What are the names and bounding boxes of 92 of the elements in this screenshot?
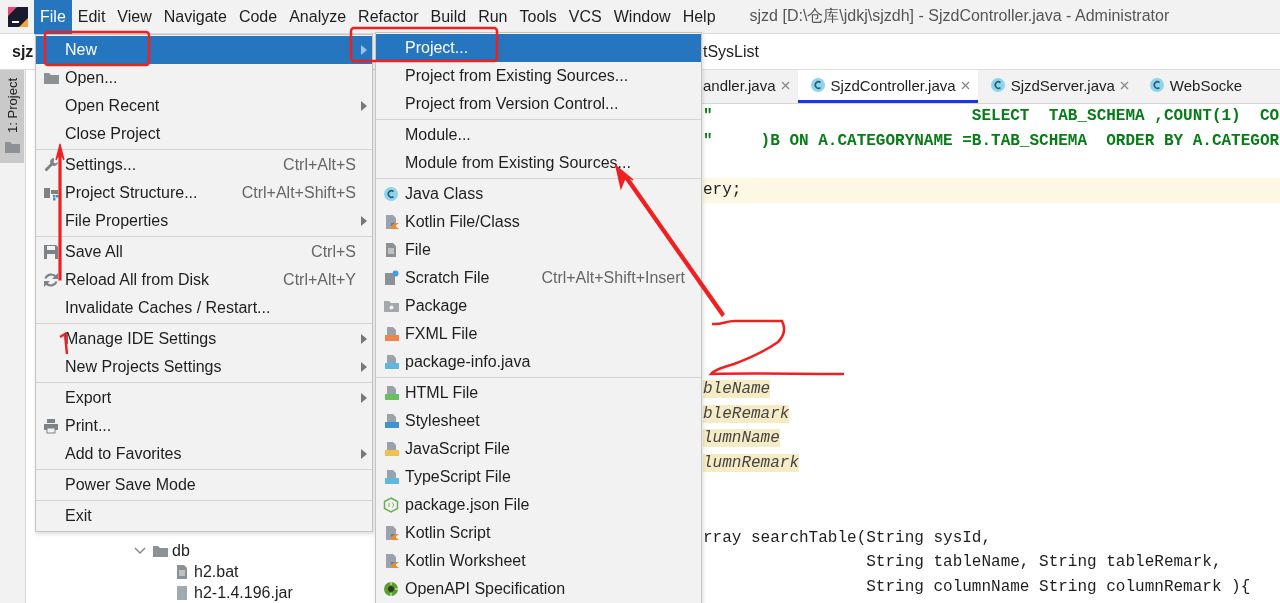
menu-bar-item[interactable]: Build — [424, 0, 473, 34]
menu-item[interactable]: Export — [36, 384, 372, 412]
menu-item[interactable]: Save All Ctrl+S — [36, 238, 372, 266]
menu-item[interactable]: Project... — [376, 34, 701, 62]
class-icon — [809, 77, 826, 93]
menu-item[interactable]: Scratch File Ctrl+Alt+Shift+Insert — [376, 264, 701, 292]
typed-file-icon — [382, 354, 399, 370]
menu-item[interactable]: package-info.java — [376, 348, 701, 376]
menu-item[interactable]: OpenAPI Specification — [376, 575, 701, 603]
menu-item[interactable]: Invalidate Caches / Restart... — [36, 294, 372, 322]
editor-tab[interactable]: SjzdController.java — [797, 70, 978, 103]
menu-item[interactable]: Package — [376, 292, 701, 320]
fxml-file-icon — [382, 326, 399, 342]
refresh-icon — [42, 272, 59, 288]
menu-item[interactable]: Manage IDE Settings — [36, 325, 372, 353]
package-icon — [382, 298, 399, 314]
tree-item[interactable]: h2.bat — [194, 562, 239, 581]
editor-tab[interactable]: WebSocke — [1136, 70, 1251, 103]
menu-item[interactable]: Add to Favorites — [36, 440, 372, 468]
menu-item[interactable]: Power Save Mode — [36, 471, 372, 499]
editor-tab[interactable]: andler.java — [701, 70, 798, 103]
project-tool-tab[interactable]: 1: Project — [0, 70, 24, 163]
menu-bar-item[interactable]: Navigate — [157, 0, 233, 34]
editor-tab[interactable]: SjzdServer.java — [977, 70, 1137, 103]
structure-icon — [42, 185, 59, 201]
breadcrumb-item[interactable]: tSysList — [701, 42, 759, 61]
menu-item[interactable]: FXML File — [376, 320, 701, 348]
menu-bar-item[interactable]: VCS — [562, 0, 608, 34]
app-logo-icon — [8, 6, 28, 27]
menu-item[interactable]: Module... — [376, 121, 701, 149]
menu-bar-item[interactable]: Code — [232, 0, 284, 34]
openapi-icon — [382, 581, 399, 597]
menu-item[interactable]: package.json File — [376, 491, 701, 519]
menu-item[interactable]: Project from Version Control... — [376, 90, 701, 118]
printer-icon — [42, 418, 59, 434]
menu-item[interactable]: JavaScript File — [376, 435, 701, 463]
menu-item[interactable]: New — [36, 36, 372, 64]
archive-icon — [174, 584, 190, 601]
breadcrumb-item[interactable]: sjz — [0, 42, 34, 61]
menu-bar-item[interactable]: File — [34, 0, 72, 34]
class-icon — [989, 77, 1006, 93]
menu-bar-item[interactable]: Window — [607, 0, 677, 34]
tree-item[interactable]: db — [172, 541, 190, 560]
close-icon — [1119, 80, 1129, 90]
menu-item[interactable]: Kotlin Worksheet — [376, 547, 701, 575]
typed-file-icon — [382, 469, 399, 485]
menu-item[interactable]: Java Class — [376, 180, 701, 208]
code-line: String columnName String columnRemark ){ — [865, 578, 1251, 597]
menu-item[interactable]: Kotlin Script — [376, 519, 701, 547]
menu-bar-item[interactable]: View — [111, 0, 158, 34]
close-icon — [960, 80, 970, 90]
menu-item[interactable]: Kotlin File/Class — [376, 208, 701, 236]
tree-item[interactable]: h2-1.4.196.jar — [194, 583, 293, 602]
js-file-icon — [382, 441, 399, 457]
close-icon — [780, 80, 790, 90]
wrench-icon — [42, 157, 59, 173]
hexagon-icon — [382, 497, 399, 513]
menu-item[interactable]: File Properties — [36, 207, 372, 235]
document-icon — [174, 563, 190, 580]
code-line: " SELECT TAB_SCHEMA ,COUNT(1) CO — [703, 107, 1280, 125]
menu-item[interactable]: File — [376, 236, 701, 264]
menu-bar-item[interactable]: Refactor — [352, 0, 425, 34]
code-line: " )B ON A.CATEGORYNAME =B.TAB_SCHEMA ORDER BY A.CATEGOR — [703, 131, 1280, 150]
menu-item[interactable]: New Projects Settings — [36, 353, 372, 381]
code-line: ery; — [703, 181, 742, 200]
menu-bar-item[interactable]: Edit — [71, 0, 112, 34]
menu-item[interactable]: Open Recent — [36, 92, 372, 120]
menu-item[interactable]: Print... — [36, 412, 372, 440]
menu-bar-item[interactable]: Tools — [513, 0, 563, 34]
scratch-file-icon — [382, 270, 399, 286]
menu-item[interactable]: HTML File — [376, 379, 701, 407]
menu-item[interactable]: Project Structure... Ctrl+Alt+Shift+S — [36, 179, 372, 207]
menu-bar-item[interactable]: Run — [472, 0, 514, 34]
menu-bar-item[interactable]: Help — [676, 0, 722, 34]
code-line: String tableName, String tableRemark, — [865, 553, 1222, 572]
menu-item[interactable]: Close Project — [36, 120, 372, 148]
menu-item[interactable]: TypeScript File — [376, 463, 701, 491]
window-title: sjzd [D:\仓库\jdkj\sjzdh] - SjzdController.java - Administrator — [749, 6, 1170, 26]
code-line: rray searchTable(String sysId, — [703, 528, 992, 547]
menu-item[interactable]: Project from Existing Sources... — [376, 62, 701, 90]
save-icon — [42, 244, 59, 260]
class-icon — [1148, 77, 1165, 93]
menu-item[interactable]: Module from Existing Sources... — [376, 149, 701, 177]
menu-bar-item[interactable]: Analyze — [283, 0, 353, 34]
menu-item[interactable]: Reload All from Disk Ctrl+Alt+Y — [36, 266, 372, 294]
menu-item[interactable]: Stylesheet — [376, 407, 701, 435]
class-icon — [382, 186, 399, 202]
html-file-icon — [382, 385, 399, 401]
css-file-icon — [382, 413, 399, 429]
menu-item[interactable]: Exit — [36, 502, 372, 530]
menu-item[interactable]: Open... — [36, 64, 372, 92]
menu-item[interactable]: Settings... Ctrl+Alt+S — [36, 151, 372, 179]
